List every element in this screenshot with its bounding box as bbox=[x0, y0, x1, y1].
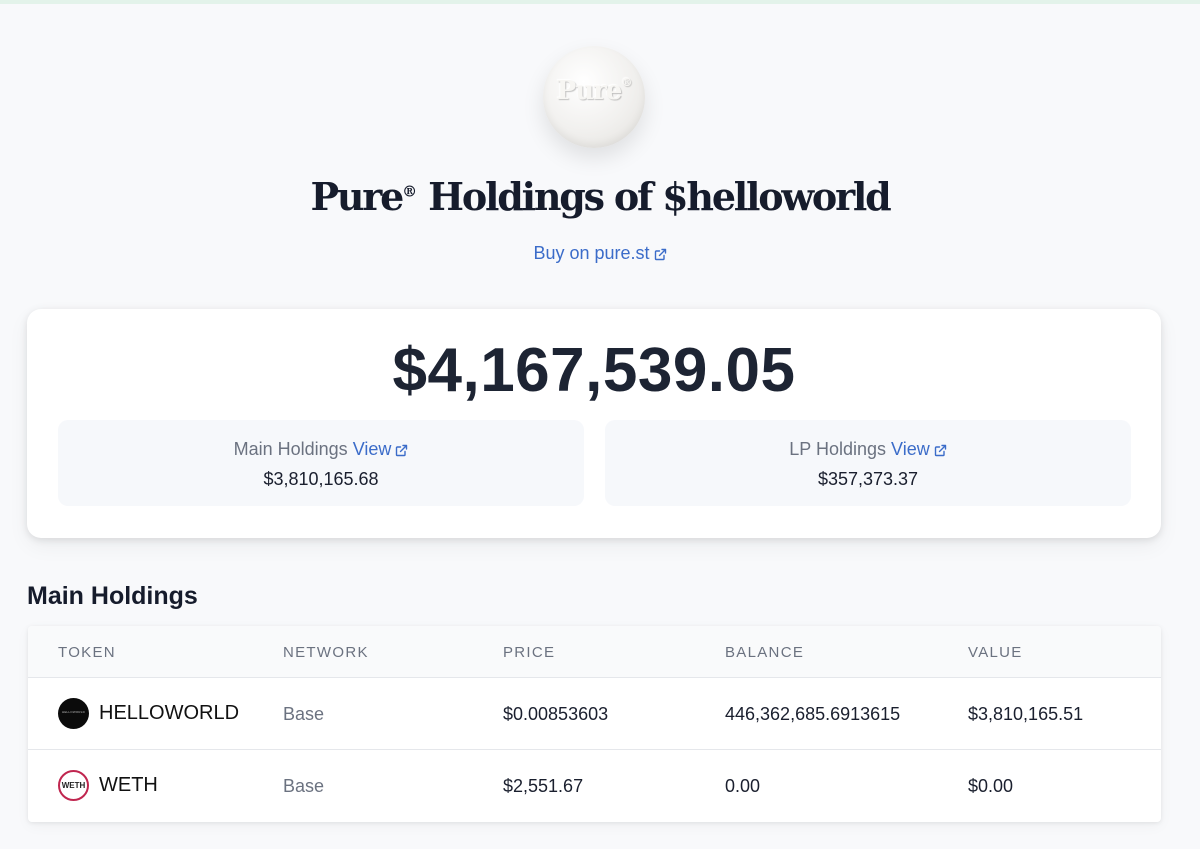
network-cell: Base bbox=[283, 704, 325, 724]
main-holdings-box: Main Holdings View $3,810,165.68 bbox=[58, 420, 584, 506]
main-holdings-value: $3,810,165.68 bbox=[263, 469, 379, 489]
column-header-network: NETWORK bbox=[283, 644, 369, 661]
lp-holdings-label-row: LP Holdings View bbox=[605, 439, 1131, 460]
helloworld-token-icon: HELLOWORLD bbox=[58, 698, 89, 729]
table-header: TOKEN NETWORK PRICE BALANCE VALUE bbox=[28, 626, 1161, 678]
logo-lettering: Pure® bbox=[556, 76, 633, 106]
lp-holdings-view-link[interactable]: View bbox=[891, 439, 947, 459]
registered-mark: ® bbox=[402, 182, 418, 201]
balance-cell: 446,362,685.6913615 bbox=[725, 704, 901, 724]
title-brand: Pure bbox=[310, 174, 404, 219]
table-row[interactable]: HELLOWORLD HELLOWORLD Base $0.00853603 4… bbox=[28, 678, 1161, 750]
main-holdings-section-title: Main Holdings bbox=[27, 582, 198, 610]
value-cell: $0.00 bbox=[968, 776, 1014, 796]
column-header-price: PRICE bbox=[503, 644, 556, 661]
weth-token-icon: WETH bbox=[58, 770, 89, 801]
token-name: WETH bbox=[99, 774, 158, 796]
external-link-icon bbox=[654, 248, 666, 260]
holdings-summary-card: $4,167,539.05 Main Holdings View $3,810,… bbox=[27, 309, 1161, 538]
value-cell: $3,810,165.51 bbox=[968, 704, 1084, 724]
table-row[interactable]: WETH WETH Base $2,551.67 0.00 $0.00 bbox=[28, 750, 1161, 821]
buy-link-label: Buy on pure.st bbox=[533, 243, 650, 263]
buy-on-pure-link[interactable]: Buy on pure.st bbox=[0, 243, 1200, 264]
main-holdings-table: TOKEN NETWORK PRICE BALANCE VALUE HELLOW… bbox=[28, 626, 1161, 822]
page-title: Pure® Holdings of $helloworld bbox=[0, 174, 1200, 219]
main-holdings-view-link[interactable]: View bbox=[353, 439, 409, 459]
column-header-balance: BALANCE bbox=[725, 644, 805, 661]
total-holdings-value: $4,167,539.05 bbox=[392, 336, 796, 405]
column-header-token: TOKEN bbox=[58, 644, 116, 661]
external-link-icon bbox=[934, 444, 946, 456]
network-cell: Base bbox=[283, 776, 325, 796]
top-border bbox=[0, 0, 1200, 4]
price-cell: $2,551.67 bbox=[503, 776, 584, 796]
external-link-icon bbox=[396, 444, 408, 456]
main-holdings-label-row: Main Holdings View bbox=[58, 439, 584, 460]
token-name: HELLOWORLD bbox=[99, 702, 240, 724]
pure-logo: Pure® bbox=[543, 46, 645, 148]
lp-holdings-value: $357,373.37 bbox=[817, 469, 919, 489]
title-rest: Holdings of $helloworld bbox=[428, 174, 892, 219]
lp-holdings-label: LP Holdings bbox=[789, 439, 886, 459]
price-cell: $0.00853603 bbox=[503, 704, 609, 724]
column-header-value: VALUE bbox=[968, 644, 1023, 661]
main-holdings-label: Main Holdings bbox=[233, 439, 348, 459]
lp-holdings-box: LP Holdings View $357,373.37 bbox=[605, 420, 1131, 506]
balance-cell: 0.00 bbox=[725, 776, 761, 796]
